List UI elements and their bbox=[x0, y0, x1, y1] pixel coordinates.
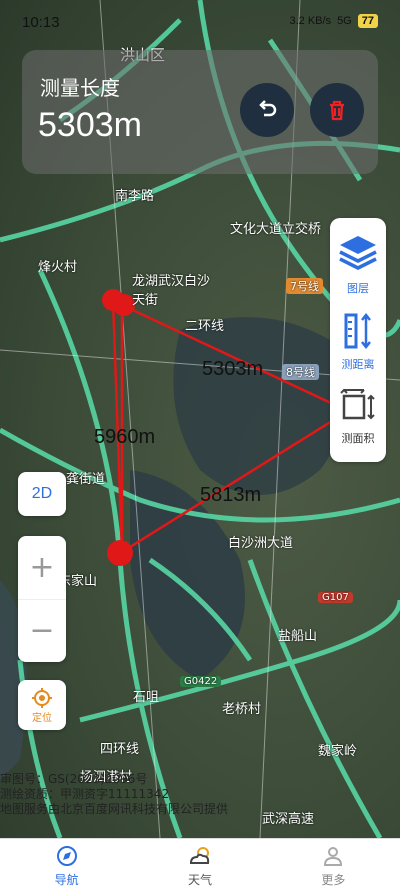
nav-item-more[interactable]: 更多 bbox=[267, 839, 400, 890]
distance-label: 5813m bbox=[200, 484, 262, 506]
layers-icon bbox=[339, 236, 377, 270]
zoom-out-button[interactable]: − bbox=[18, 600, 66, 662]
map-label: 魏家岭 bbox=[318, 744, 358, 759]
mode-2d-button[interactable]: 2D bbox=[18, 472, 66, 516]
measure-area-button[interactable]: 测面积 bbox=[330, 386, 386, 446]
status-time: 10:13 bbox=[22, 14, 60, 31]
weather-icon bbox=[189, 847, 210, 864]
bottom-nav: 导航 天气 更多 bbox=[0, 838, 400, 890]
delete-button[interactable] bbox=[310, 83, 364, 137]
locate-icon bbox=[32, 687, 52, 708]
undo-button[interactable] bbox=[240, 83, 294, 137]
measure-panel: 测量长度 5303m bbox=[22, 50, 378, 174]
battery-icon: 77 bbox=[357, 14, 378, 28]
undo-icon bbox=[259, 100, 277, 117]
panel-title: 测量长度 bbox=[40, 76, 120, 100]
nav-item-weather[interactable]: 天气 bbox=[133, 839, 266, 890]
layers-button[interactable]: 图层 bbox=[330, 230, 386, 296]
signal-icon: 5G bbox=[337, 15, 352, 27]
status-bar: 10:13 3.2 KB/s 5G 77 bbox=[0, 0, 400, 40]
highway-label: G107 bbox=[318, 592, 353, 603]
zoom-control: + − bbox=[18, 536, 66, 662]
map-copyright: 审图号：GS(2023)2096号 测绘资质：甲测资字11111342 地图服务… bbox=[0, 772, 229, 816]
locate-button[interactable]: 定位 bbox=[18, 680, 66, 730]
metro-label: 7号线 bbox=[286, 278, 323, 294]
highway-label: G0422 bbox=[180, 676, 222, 687]
map-label: 文化大道立交桥 bbox=[230, 222, 322, 237]
nav-item-navigation[interactable]: 导航 bbox=[0, 839, 133, 890]
layers-label: 图层 bbox=[347, 282, 369, 295]
trash-icon bbox=[330, 100, 344, 121]
distance-label: 5960m bbox=[94, 426, 156, 448]
zoom-in-button[interactable]: + bbox=[18, 537, 66, 600]
map-label: 龚街道 bbox=[66, 472, 106, 487]
map-label: 白沙洲大道 bbox=[228, 536, 294, 551]
map-label: 四环线 bbox=[100, 742, 140, 757]
metro-label: 8号线 bbox=[282, 364, 319, 380]
map-label: 南李路 bbox=[115, 189, 155, 204]
distance-label: 5303m bbox=[202, 358, 264, 380]
map-label: 石咀 bbox=[133, 690, 160, 705]
map-label: 龙湖武汉白沙天街 bbox=[132, 274, 211, 308]
map-label: 武深高速 bbox=[262, 812, 315, 827]
nav-label: 更多 bbox=[321, 873, 346, 887]
measure-area-label: 测面积 bbox=[341, 432, 375, 445]
locate-label: 定位 bbox=[32, 712, 52, 724]
measure-distance-button[interactable]: 测距离 bbox=[330, 312, 386, 372]
status-icons: 3.2 KB/s 5G 77 bbox=[289, 14, 378, 28]
nav-label: 天气 bbox=[187, 873, 212, 887]
map-label: 老桥村 bbox=[222, 702, 262, 717]
tool-panel: 图层 测距离 测面积 bbox=[330, 218, 386, 462]
navigation-icon bbox=[56, 846, 77, 866]
nav-label: 导航 bbox=[54, 873, 79, 887]
measure-distance-label: 测距离 bbox=[341, 358, 375, 371]
map-label: 二环线 bbox=[185, 319, 225, 334]
measure-distance-icon bbox=[344, 312, 371, 350]
map-label: 烽火村 bbox=[38, 260, 78, 275]
measure-value: 5303m bbox=[38, 106, 142, 144]
speed-indicator: 3.2 KB/s bbox=[289, 15, 332, 27]
map-label: 盐船山 bbox=[278, 629, 318, 644]
measure-area-icon bbox=[340, 388, 375, 420]
more-icon bbox=[324, 847, 343, 866]
